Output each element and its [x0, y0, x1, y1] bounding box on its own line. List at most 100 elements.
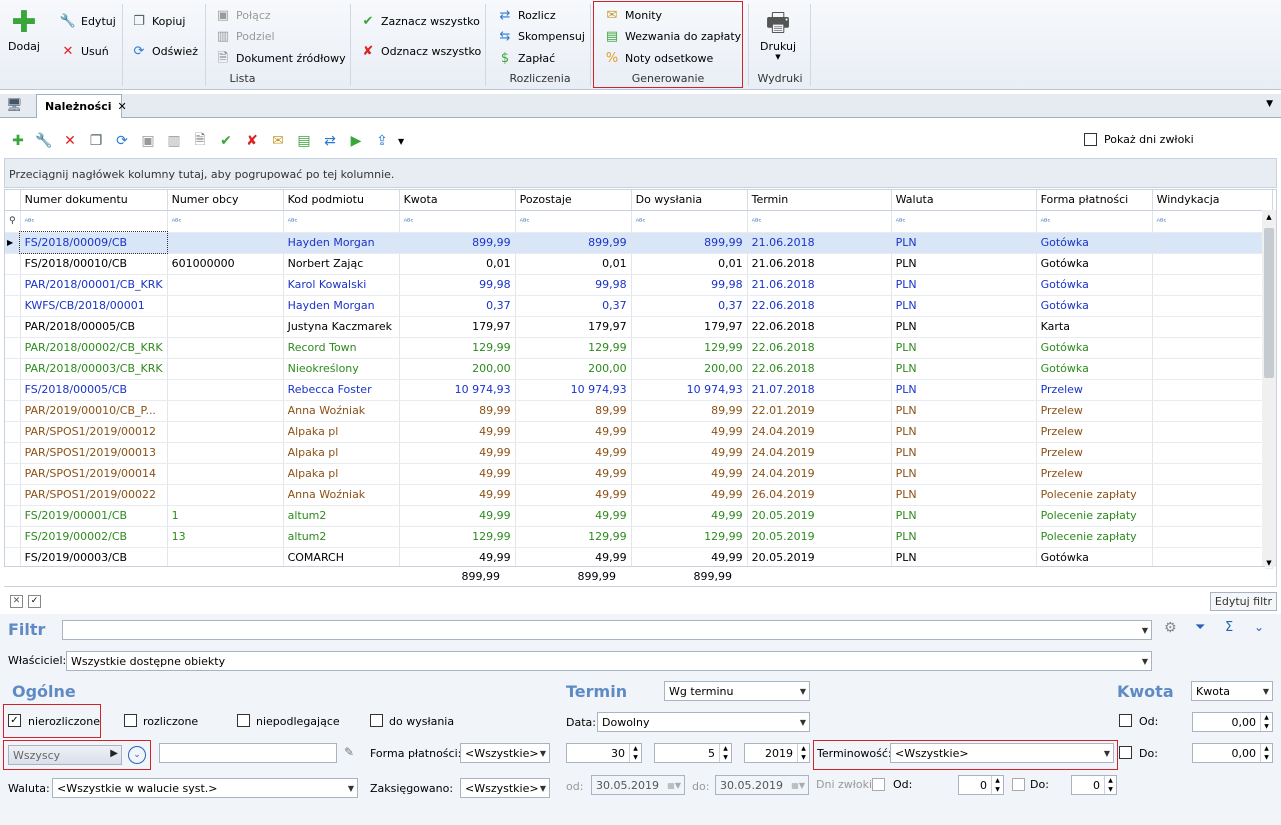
table-cell[interactable]: 49,99	[399, 421, 516, 443]
table-cell[interactable]: 129,99	[631, 337, 748, 359]
select-all-button[interactable]: ✔ Zaznacz wszystko	[360, 11, 480, 31]
table-cell[interactable]: 899,99	[399, 232, 516, 254]
table-cell[interactable]	[167, 232, 284, 254]
table-row[interactable]: PAR/2018/00002/CB_KRK Record Town 129,99 12…	[5, 337, 1273, 359]
column-filter-cell[interactable]: ᴬᴮᶜ	[283, 210, 400, 233]
to-date-input[interactable]: 30.05.2019 ▦▼	[715, 775, 809, 795]
table-cell[interactable]: 0,37	[631, 295, 748, 317]
table-cell[interactable]: 10 974,93	[515, 379, 632, 401]
not-applicable-checkbox[interactable]	[237, 714, 250, 727]
table-cell[interactable]	[1152, 547, 1273, 569]
contractor-type-select[interactable]: Wszyscy ▶	[8, 745, 122, 765]
table-cell[interactable]: COMARCH	[283, 547, 400, 569]
chevron-down-icon[interactable]: ▼	[348, 784, 354, 793]
column-header[interactable]: Windykacja	[1152, 190, 1273, 211]
table-cell[interactable]	[1152, 463, 1273, 485]
table-cell[interactable]: 899,99	[515, 232, 632, 254]
amount-to-spinner[interactable]: 0,00 ▲ ▼	[1192, 743, 1273, 763]
table-cell[interactable]: PLN	[891, 295, 1037, 317]
table-cell[interactable]: PAR/2019/00010/CB_P...	[20, 400, 168, 422]
copy-button[interactable]: ❐ Kopiuj	[131, 11, 185, 31]
table-cell[interactable]: Justyna Kaczmarek	[283, 316, 400, 338]
table-cell[interactable]: Nieokreślony	[283, 358, 400, 380]
table-cell[interactable]: Gotówka	[1036, 274, 1153, 296]
delete-icon[interactable]: ✕	[60, 131, 80, 151]
chevron-down-icon[interactable]: ▼	[398, 137, 404, 146]
table-cell[interactable]: KWFS/CB/2018/00001	[20, 295, 168, 317]
table-cell[interactable]: PLN	[891, 505, 1037, 527]
column-header[interactable]: Waluta	[891, 190, 1037, 211]
spinner-arrows[interactable]: ▲ ▼	[719, 744, 731, 762]
table-row[interactable]: PAR/2018/00005/CB Justyna Kaczmarek 179,97…	[5, 316, 1273, 338]
table-cell[interactable]	[1152, 484, 1273, 506]
split-icon[interactable]: ▥	[164, 131, 184, 151]
table-cell[interactable]: FS/2019/00003/CB	[20, 547, 168, 569]
column-header[interactable]: Pozostaje	[515, 190, 632, 211]
show-delay-checkbox[interactable]: Pokaż dni zwłoki	[1084, 133, 1194, 146]
table-cell[interactable]: 49,99	[399, 505, 516, 527]
table-cell[interactable]: 89,99	[399, 400, 516, 422]
table-cell[interactable]: 21.06.2018	[747, 232, 892, 254]
table-cell[interactable]: PAR/SPOS1/2019/00013	[20, 442, 168, 464]
table-cell[interactable]: 129,99	[399, 526, 516, 548]
chevron-down-icon[interactable]: ▼	[1142, 626, 1148, 635]
table-cell[interactable]: Gotówka	[1036, 358, 1153, 380]
filter-enabled-checkbox[interactable]: ✓	[28, 595, 41, 608]
due-type-select[interactable]: Wg terminu ▼	[664, 681, 810, 701]
table-cell[interactable]: PAR/SPOS1/2019/00022	[20, 484, 168, 506]
spinner-arrows[interactable]: ▲ ▼	[1260, 744, 1272, 762]
play-icon[interactable]: ▶	[346, 131, 366, 151]
export-icon[interactable]: ⇪	[372, 131, 392, 151]
table-cell[interactable]	[1152, 400, 1273, 422]
table-cell[interactable]: 49,99	[515, 421, 632, 443]
compensate-button[interactable]: ⇆ Skompensuj	[497, 26, 585, 46]
table-cell[interactable]: 0,01	[631, 253, 748, 275]
table-row[interactable]: FS/2019/00001/CB 1 altum2 49,99 49,99 49,99 20…	[5, 505, 1273, 527]
split-button[interactable]: ▥ Podziel	[215, 26, 275, 46]
chevron-down-icon[interactable]: ▼	[1142, 657, 1148, 666]
table-cell[interactable]: 49,99	[515, 463, 632, 485]
table-cell[interactable]: PLN	[891, 400, 1037, 422]
table-cell[interactable]	[1152, 232, 1273, 254]
table-cell[interactable]: Karol Kowalski	[283, 274, 400, 296]
table-row[interactable]: FS/2018/00010/CB 601000000 Norbert Zając 0,…	[5, 253, 1273, 275]
month-spinner[interactable]: 5 ▲ ▼	[654, 743, 732, 763]
table-cell[interactable]: 20.05.2019	[747, 505, 892, 527]
table-cell[interactable]: 49,99	[515, 505, 632, 527]
table-cell[interactable]: Gotówka	[1036, 337, 1153, 359]
table-cell[interactable]: PAR/SPOS1/2019/00012	[20, 421, 168, 443]
contractor-input[interactable]	[159, 743, 337, 763]
year-spinner[interactable]: 2019 ▲ ▼	[744, 743, 810, 763]
table-cell[interactable]: PAR/2018/00005/CB	[20, 316, 168, 338]
table-cell[interactable]: 24.04.2019	[747, 463, 892, 485]
column-header[interactable]: Do wysłania	[631, 190, 748, 211]
merge-button[interactable]: ▣ Połącz	[215, 5, 271, 25]
settled-checkbox[interactable]	[124, 714, 137, 727]
table-row[interactable]: PAR/SPOS1/2019/00012 Alpaka pl 49,99 49,99 4…	[5, 421, 1273, 443]
table-cell[interactable]: 22.01.2019	[747, 400, 892, 422]
table-cell[interactable]	[167, 295, 284, 317]
chevron-down-icon[interactable]: ▼	[1266, 99, 1273, 109]
table-cell[interactable]: Polecenie zapłaty	[1036, 526, 1153, 548]
column-filter-cell[interactable]: ᴬᴮᶜ	[1152, 210, 1273, 233]
table-cell[interactable]	[167, 274, 284, 296]
chevron-down-icon[interactable]: ▼	[540, 749, 546, 758]
clear-filter-icon[interactable]: ✕	[10, 595, 23, 608]
wrench-icon[interactable]: 🔧	[34, 131, 54, 151]
table-cell[interactable]: FS/2019/00002/CB	[20, 526, 168, 548]
table-cell[interactable]: 49,99	[399, 484, 516, 506]
table-row[interactable]: PAR/SPOS1/2019/00014 Alpaka pl 49,99 49,99 4…	[5, 463, 1273, 485]
table-cell[interactable]	[1152, 505, 1273, 527]
table-row[interactable]: ▶ FS/2018/00009/CB Hayden Morgan 899,99 899,…	[5, 231, 1273, 254]
chevron-up-icon[interactable]: ▲	[1262, 210, 1276, 224]
table-row[interactable]: FS/2018/00005/CB Rebecca Foster 10 974,93 1…	[5, 379, 1273, 401]
table-cell[interactable]: Gotówka	[1036, 232, 1153, 254]
delay-days-checkbox[interactable]	[872, 778, 885, 791]
checkbox[interactable]	[1084, 133, 1097, 146]
table-cell[interactable]: Przelew	[1036, 463, 1153, 485]
date-range-select[interactable]: Dowolny ▼	[597, 712, 810, 732]
table-cell[interactable]: 200,00	[515, 358, 632, 380]
add-icon[interactable]: ✚	[8, 131, 28, 151]
table-cell[interactable]: 10 974,93	[399, 379, 516, 401]
delay-to-spinner[interactable]: 0 ▲ ▼	[1071, 775, 1117, 795]
